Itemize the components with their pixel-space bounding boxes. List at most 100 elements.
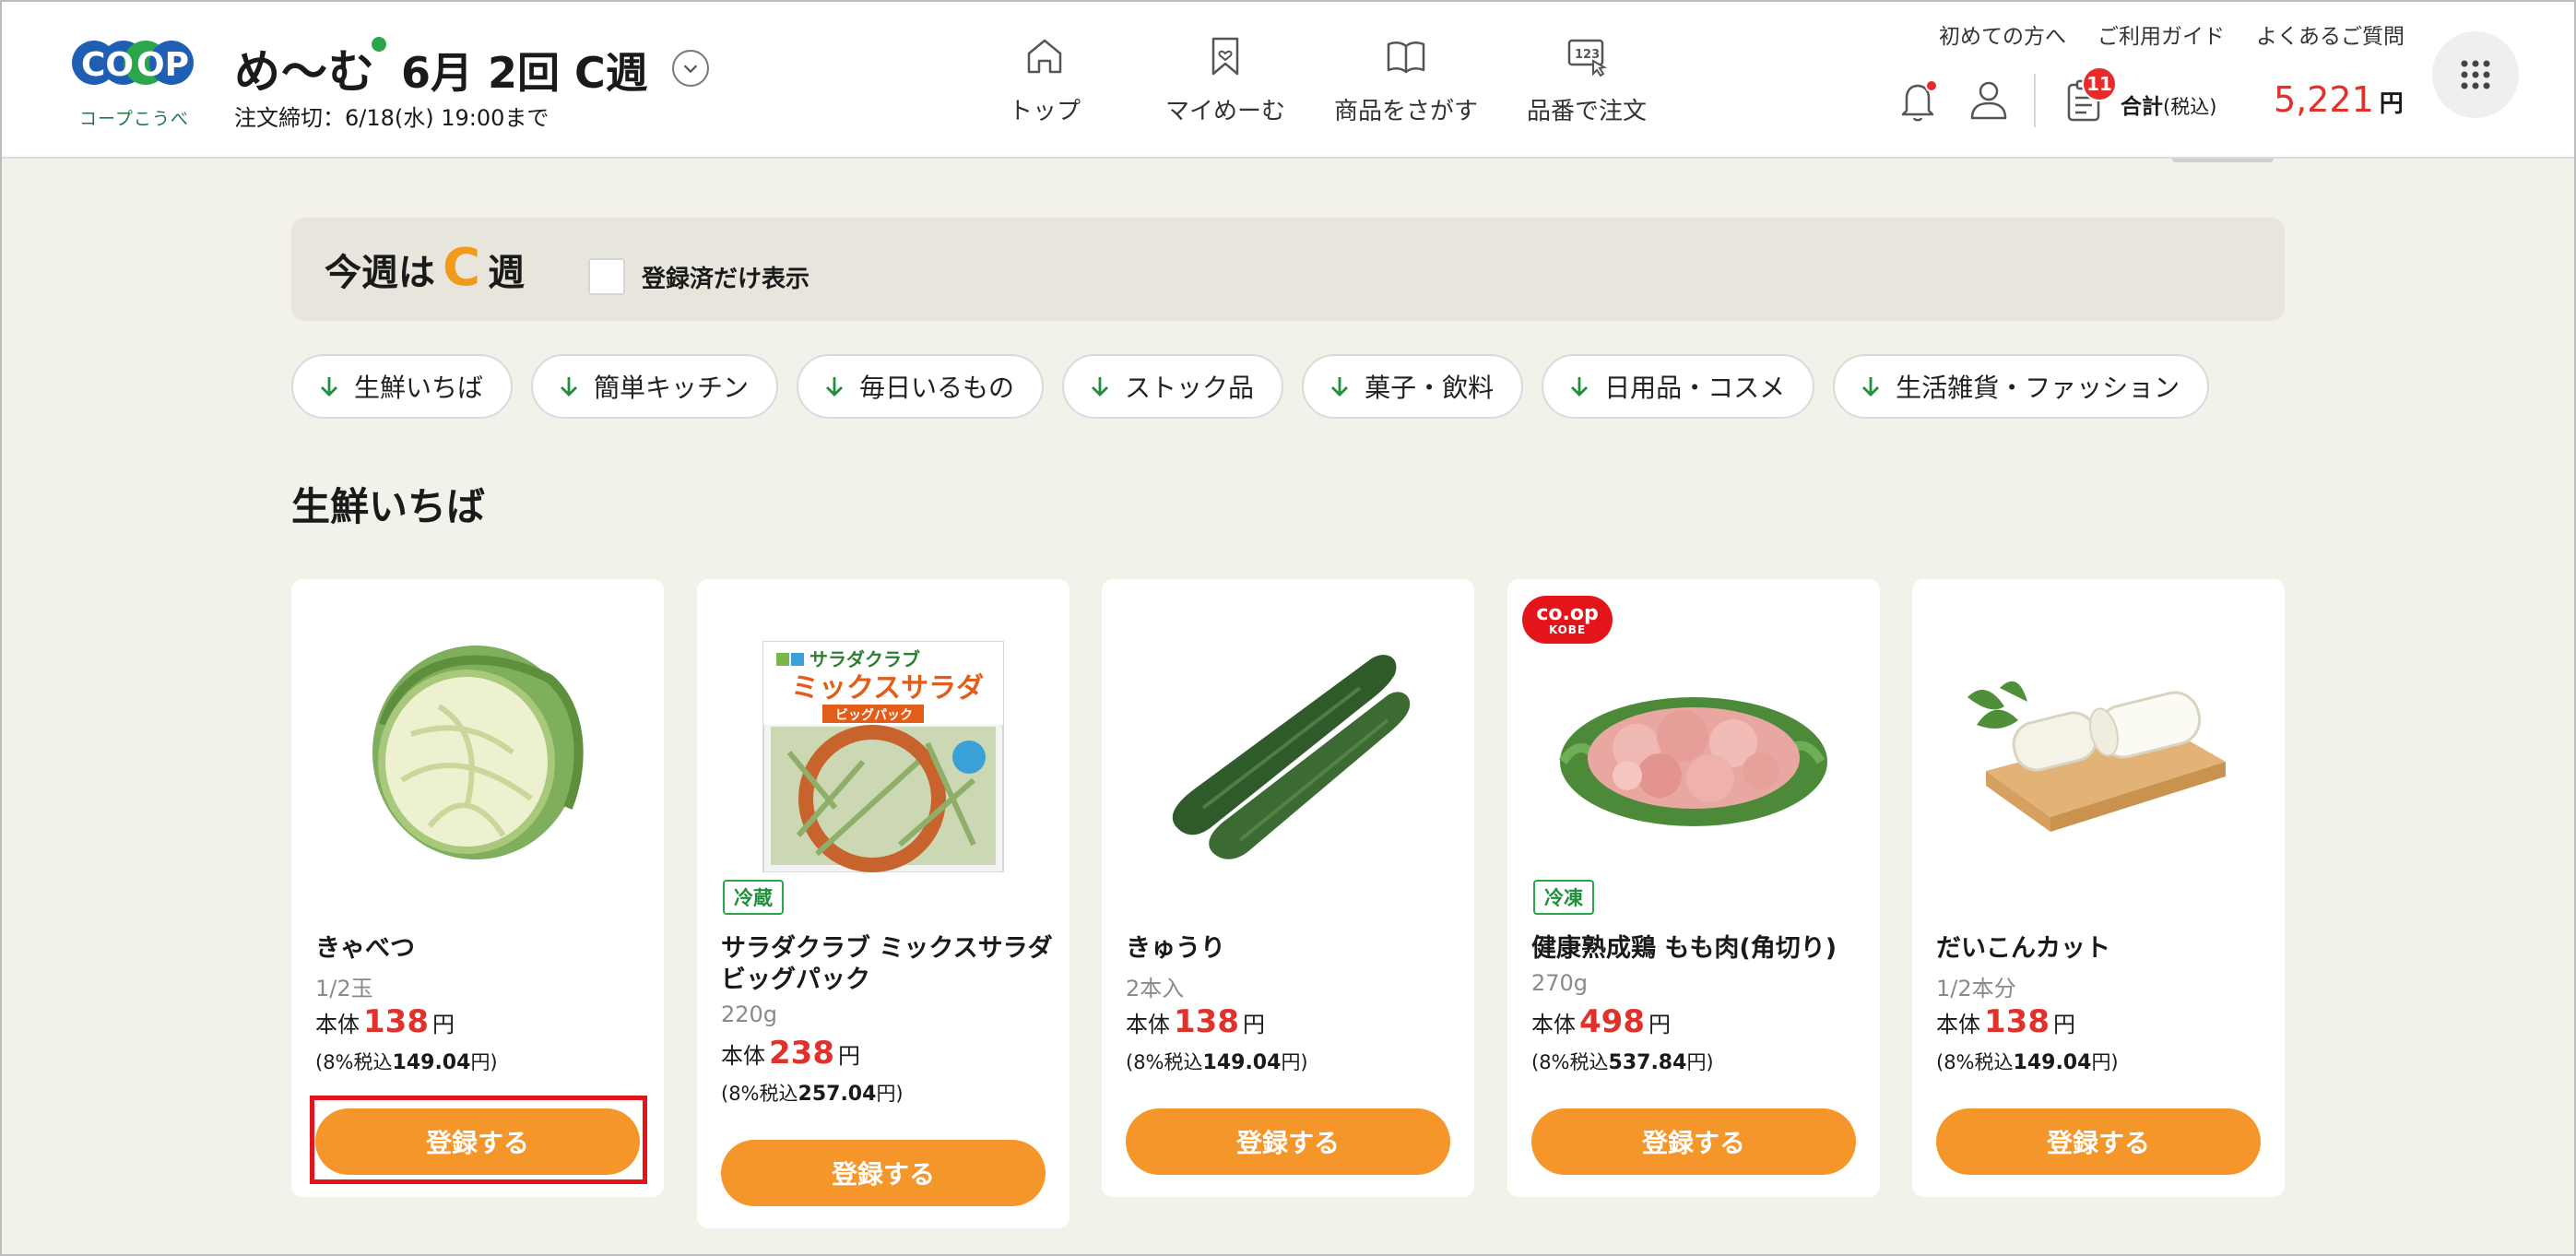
pack-sub-text: ビッグパック [835, 707, 913, 723]
product-name[interactable]: だいこんカット [1936, 933, 2268, 965]
product-price: 本体 138 円 [315, 1003, 455, 1040]
order-round: 2回 [488, 48, 561, 98]
svg-text:CO: CO [81, 46, 134, 84]
register-button[interactable]: 登録する [1936, 1108, 2261, 1175]
register-button[interactable]: 登録する [1531, 1108, 1856, 1175]
coop-logo-icon: CO OP [72, 41, 194, 85]
product-name[interactable]: きゅうり [1126, 933, 1458, 965]
arrow-down-icon [561, 377, 578, 397]
svg-text:OP: OP [136, 46, 189, 84]
registered-only-label[interactable]: 登録済だけ表示 [642, 260, 809, 294]
frozen-badge: 冷凍 [1533, 880, 1594, 915]
header-divider [2034, 74, 2036, 127]
product-quantity: 1/2玉 [315, 976, 373, 1001]
account-button[interactable] [1967, 77, 2010, 124]
service-name: め〜む [234, 35, 386, 101]
refrigerated-badge: 冷蔵 [723, 880, 784, 915]
product-price: 本体 138 円 [1936, 1003, 2075, 1040]
number-entry-icon: 123 [1567, 39, 1607, 77]
order-month: 6月 [401, 48, 474, 98]
arrow-down-icon [1862, 377, 1880, 397]
nav-my-memu[interactable]: マイめーむ [1135, 33, 1316, 126]
link-first-time[interactable]: 初めての方へ [1939, 18, 2066, 50]
arrow-down-icon [826, 377, 844, 397]
coop-logo[interactable]: CO OP コープこうべ [72, 28, 195, 131]
link-guide[interactable]: ご利用ガイド [2097, 18, 2225, 50]
nav-order-by-number[interactable]: 123 品番で注文 [1496, 33, 1677, 126]
total-amount: 5,221 円 [2274, 79, 2404, 120]
nav-label: 品番で注文 [1526, 98, 1647, 125]
product-card[interactable]: きゅうり 2本入 本体 138 円 (8%税込149.04円) 登録する [1102, 579, 1474, 1197]
category-chip[interactable]: 菓子・飲料 [1302, 354, 1524, 419]
cart-count-badge: 11 [2082, 66, 2117, 101]
chevron-down-icon[interactable] [671, 50, 709, 87]
order-deadline: 注文締切：6/18(水) 19:00まで [234, 105, 549, 131]
arrow-down-icon [1092, 377, 1109, 397]
product-card[interactable]: だいこんカット 1/2本分 本体 138 円 (8%税込149.04円) 登録する [1912, 579, 2285, 1197]
product-tax-price: (8%税込537.84円) [1531, 1051, 1714, 1074]
category-chips: 生鮮いちば 簡単キッチン 毎日いるもの ストック品 菓子・飲料 日用品・コスメ … [291, 354, 2210, 419]
section-title: 生鮮いちば [291, 484, 486, 529]
nav-search-products[interactable]: 商品をさがす [1316, 33, 1496, 126]
notification-button[interactable] [1897, 77, 1938, 124]
product-price: 本体 238 円 [721, 1035, 860, 1072]
order-week-selector[interactable]: め〜む 6月 2回 C週 [234, 35, 709, 101]
category-chip[interactable]: 日用品・コスメ [1542, 354, 1815, 419]
nav-label: マイめーむ [1164, 98, 1285, 125]
register-button[interactable]: 登録する [721, 1140, 1046, 1206]
main-nav: トップ マイめーむ 商品をさがす 123 品番で注文 [954, 33, 1677, 126]
pack-title-text: ミックスサラダ [791, 672, 984, 705]
user-icon [1970, 81, 2007, 120]
notification-dot [1925, 79, 1938, 92]
product-tax-price: (8%税込149.04円) [1936, 1051, 2119, 1074]
product-name[interactable]: 健康熟成鶏 もも肉(角切り) [1531, 933, 1863, 965]
product-card[interactable]: co.op KOBE 冷凍 健康熟成鶏 もも肉(角切り) 270g 本体 498 円… [1507, 579, 1880, 1197]
home-icon [1027, 39, 1062, 74]
link-faq[interactable]: よくあるご質問 [2256, 18, 2405, 50]
nav-label: 商品をさがす [1333, 98, 1478, 125]
header-links: 初めての方へ ご利用ガイド よくあるご質問 [1939, 18, 2405, 50]
logo-subtitle: コープこうべ [79, 109, 189, 129]
nav-top[interactable]: トップ [954, 33, 1135, 126]
product-tax-price: (8%税込257.04円) [721, 1083, 904, 1106]
current-week-title: 今週は C 週 [325, 238, 526, 298]
category-chip[interactable]: ストック品 [1062, 354, 1284, 419]
week-bar: 今週は C 週 登録済だけ表示 [291, 218, 2285, 321]
product-card[interactable]: サラダクラブ ミックスサラダ ビッグパック 冷蔵 サラダクラブ ミックスサラダ … [697, 579, 1069, 1228]
arrow-down-icon [1331, 377, 1349, 397]
product-name[interactable]: サラダクラブ ミックスサラダ ビッグパック [721, 933, 1053, 996]
product-tax-price: (8%税込149.04円) [1126, 1051, 1308, 1074]
nav-label: トップ [1008, 98, 1081, 125]
product-quantity: 220g [721, 1001, 778, 1027]
product-quantity: 1/2本分 [1936, 976, 2016, 1001]
registered-only-checkbox[interactable] [588, 258, 625, 295]
category-chip[interactable]: 毎日いるもの [797, 354, 1045, 419]
chicken-image [1558, 697, 1827, 826]
cucumber-image [1172, 655, 1411, 859]
product-name[interactable]: きゃべつ [315, 933, 647, 965]
header-tab-edge [2172, 159, 2274, 162]
highlight-box [310, 1096, 647, 1184]
order-week: C週 [574, 48, 648, 98]
svg-text:123: 123 [1575, 48, 1600, 62]
arrow-down-icon [321, 377, 337, 397]
bookmark-heart-icon [1211, 37, 1239, 76]
apps-menu-button[interactable] [2432, 31, 2519, 118]
product-quantity: 270g [1531, 970, 1589, 996]
cabbage-image [372, 646, 584, 859]
pack-brand-text: サラダクラブ [809, 648, 920, 670]
grid-dots-icon [2461, 60, 2490, 89]
category-chip[interactable]: 生鮮いちば [291, 354, 514, 419]
product-price: 本体 138 円 [1126, 1003, 1265, 1040]
site-header: CO OP コープこうべ め〜む 6月 2回 C週 注文締切：6/18(水) 1… [0, 0, 2576, 159]
category-chip[interactable]: 生活雑貨・ファッション [1833, 354, 2210, 419]
product-price: 本体 498 円 [1531, 1003, 1671, 1040]
book-icon [1387, 41, 1425, 74]
arrow-down-icon [1571, 377, 1589, 397]
salad-pack-image: サラダクラブ ミックスサラダ ビッグパック [762, 641, 1004, 872]
register-button[interactable]: 登録する [1126, 1108, 1450, 1175]
product-quantity: 2本入 [1126, 976, 1185, 1001]
category-chip[interactable]: 簡単キッチン [531, 354, 779, 419]
total-label: 合計(税込) [2121, 95, 2217, 119]
brand-dot-icon [372, 37, 386, 52]
